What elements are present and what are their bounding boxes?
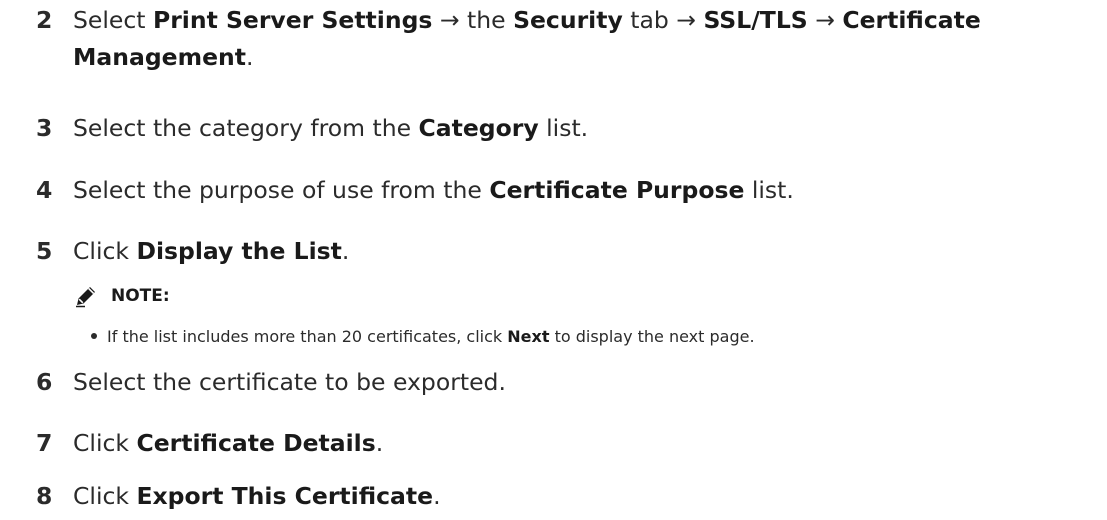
step-number: 5 [36,237,53,265]
note-box: NOTE: If the list includes more than 20 … [73,283,755,346]
note-bullet-item: If the list includes more than 20 certif… [91,327,755,346]
step-8: 8 Click Export This Certificate. [36,478,441,515]
pencil-note-icon [73,283,99,309]
step-number: 2 [36,6,53,34]
step-2: 2 Select Print Server Settings → the Secu… [36,2,981,76]
note-heading: NOTE: [111,286,170,306]
step-number: 6 [36,368,53,396]
note-heading-row: NOTE: [73,283,170,309]
step-7: 7 Click Certificate Details. [36,425,383,462]
bullet-dot-icon [91,332,97,339]
step-text-continued: Management. [73,43,254,71]
step-5: 5 Click Display the List. [36,233,349,270]
bold-term: Management [73,43,246,71]
bold-term: Certificate Purpose [489,176,745,204]
step-6: 6 Select the certificate to be exported. [36,364,506,401]
step-text: Select the category from the Category li… [73,114,589,142]
step-text: Select the purpose of use from the Certi… [73,176,794,204]
step-text: Select Print Server Settings → the Secur… [73,6,981,34]
document-page: 2 Select Print Server Settings → the Secu… [0,0,1107,520]
step-3: 3 Select the category from the Category l… [36,110,588,147]
step-number: 4 [36,176,53,204]
step-number: 8 [36,482,53,510]
note-bullet-text: If the list includes more than 20 certif… [107,327,755,346]
bold-term: Next [507,327,550,346]
step-4: 4 Select the purpose of use from the Cert… [36,172,794,209]
step-number: 7 [36,429,53,457]
bold-term: Certificate Details [136,429,376,457]
bold-term: Display the List [136,237,342,265]
step-text: Click Export This Certificate. [73,482,441,510]
step-number: 3 [36,114,53,142]
step-text: Select the certificate to be exported. [73,368,506,396]
bold-term: Export This Certificate [136,482,434,510]
bold-term: Print Server Settings [152,6,433,34]
step-text: Click Certificate Details. [73,429,384,457]
bold-term: Category [418,114,539,142]
step-text: Click Display the List. [73,237,350,265]
bold-term: Certificate [842,6,981,34]
bold-term: Security [513,6,623,34]
bold-term: SSL/TLS [703,6,808,34]
